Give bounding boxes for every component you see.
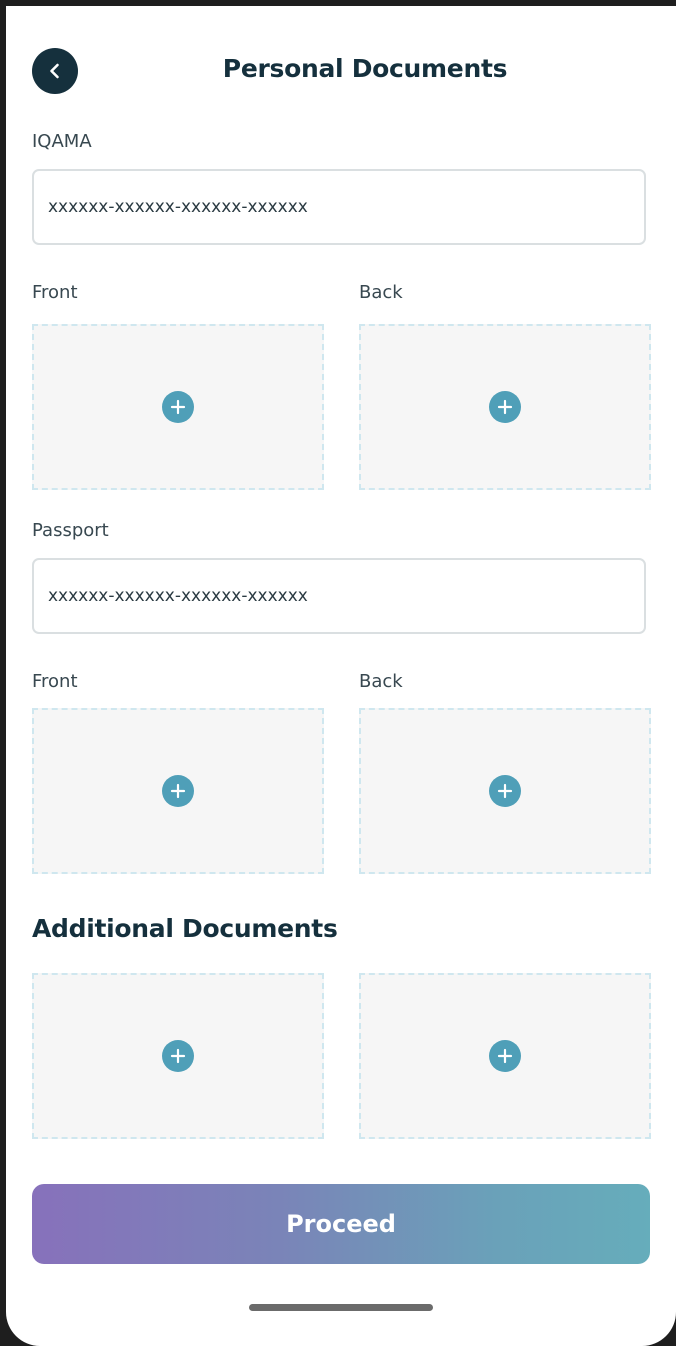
iqama-input[interactable] [48,197,644,217]
iqama-front-upload[interactable] [32,324,324,490]
plus-circle-icon [489,1040,521,1072]
passport-front-upload[interactable] [32,708,324,874]
additional-upload-2[interactable] [359,973,651,1139]
iqama-front-label: Front [32,282,78,303]
home-indicator[interactable] [249,1304,433,1311]
phone-screen: Personal Documents IQAMA Front Back Pass… [6,6,676,1346]
additional-upload-1[interactable] [32,973,324,1139]
plus-circle-icon [489,775,521,807]
passport-front-label: Front [32,671,78,692]
iqama-field[interactable] [32,169,646,245]
iqama-back-label: Back [359,282,403,303]
additional-documents-title: Additional Documents [32,914,338,943]
passport-input[interactable] [48,586,644,606]
passport-back-upload[interactable] [359,708,651,874]
plus-circle-icon [162,1040,194,1072]
passport-field[interactable] [32,558,646,634]
proceed-button[interactable]: Proceed [32,1184,650,1264]
passport-back-label: Back [359,671,403,692]
passport-label: Passport [32,520,109,541]
page-title: Personal Documents [222,54,508,83]
iqama-label: IQAMA [32,131,92,152]
iqama-back-upload[interactable] [359,324,651,490]
plus-circle-icon [162,775,194,807]
plus-circle-icon [489,391,521,423]
plus-circle-icon [162,391,194,423]
